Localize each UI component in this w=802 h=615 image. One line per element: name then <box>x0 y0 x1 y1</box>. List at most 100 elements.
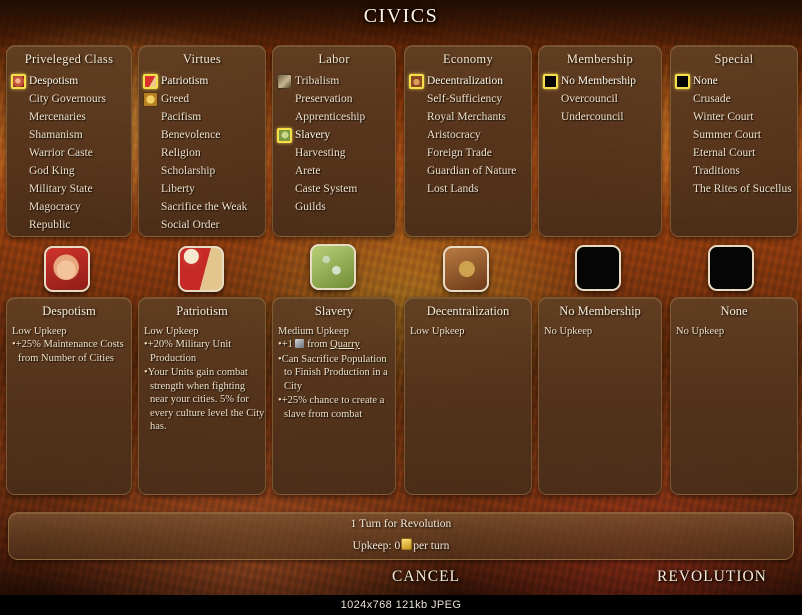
civic-option-tribalism[interactable]: Tribalism <box>273 72 395 90</box>
civic-option-patriotism[interactable]: Patriotism <box>139 72 265 90</box>
detail-upkeep: Medium Upkeep <box>278 326 349 337</box>
civic-option-apprenticeship[interactable]: Apprenticeship <box>273 108 395 126</box>
civic-option-label: Liberty <box>161 183 195 195</box>
civic-option-spacer <box>11 182 26 197</box>
civic-option-scholarship[interactable]: Scholarship <box>139 162 265 180</box>
civic-option-summer-court[interactable]: Summer Court <box>671 126 797 144</box>
civic-option-city-governours[interactable]: City Governours <box>7 90 131 108</box>
civic-option-spacer <box>11 110 26 125</box>
civic-option-spacer <box>409 128 424 143</box>
civic-option-spacer <box>143 146 158 161</box>
civic-option-spacer <box>675 128 690 143</box>
detail-upkeep: Low Upkeep <box>410 326 465 337</box>
selected-civic-icon-none[interactable] <box>708 245 754 291</box>
civic-option-label: God King <box>29 165 75 177</box>
category-title: Virtues <box>182 52 222 66</box>
civic-option-lost-lands[interactable]: Lost Lands <box>405 180 531 198</box>
civic-option-harvesting[interactable]: Harvesting <box>273 144 395 162</box>
civic-option-magocracy[interactable]: Magocracy <box>7 198 131 216</box>
civic-option-liberty[interactable]: Liberty <box>139 180 265 198</box>
civic-option-royal-merchants[interactable]: Royal Merchants <box>405 108 531 126</box>
selected-civic-icon-slavery[interactable] <box>310 244 356 290</box>
civic-option-undercouncil[interactable]: Undercouncil <box>539 108 661 126</box>
civic-option-spacer <box>675 110 690 125</box>
civic-option-aristocracy[interactable]: Aristocracy <box>405 126 531 144</box>
civic-option-list: Tribalism Preservation Apprenticeship Slave… <box>273 72 395 216</box>
revolution-button[interactable]: REVOLUTION <box>657 568 767 586</box>
civic-option-spacer <box>11 164 26 179</box>
civic-option-label: Preservation <box>295 93 353 105</box>
civic-option-none[interactable]: None <box>671 72 797 90</box>
civic-option-arete[interactable]: Arete <box>273 162 395 180</box>
civic-option-spacer <box>675 164 690 179</box>
civic-option-eternal-court[interactable]: Eternal Court <box>671 144 797 162</box>
civic-option-spacer <box>409 146 424 161</box>
civic-option-greed[interactable]: Greed <box>139 90 265 108</box>
civic-option-mercenaries[interactable]: Mercenaries <box>7 108 131 126</box>
civic-option-spacer <box>675 182 690 197</box>
civic-option-winter-court[interactable]: Winter Court <box>671 108 797 126</box>
quarry-link[interactable]: Quarry <box>330 339 360 350</box>
selected-civic-icon-patriotism[interactable] <box>178 246 224 292</box>
civic-option-crusade[interactable]: Crusade <box>671 90 797 108</box>
civic-option-republic[interactable]: Republic <box>7 216 131 234</box>
banner-icon <box>143 73 158 89</box>
civic-option-slavery[interactable]: Slavery <box>273 126 395 144</box>
civic-option-label: Greed <box>161 93 190 105</box>
civic-option-shamanism[interactable]: Shamanism <box>7 126 131 144</box>
detail-upkeep: Low Upkeep <box>12 326 67 337</box>
civic-option-pacifism[interactable]: Pacifism <box>139 108 265 126</box>
civic-option-label: Eternal Court <box>693 147 756 159</box>
civic-option-foreign-trade[interactable]: Foreign Trade <box>405 144 531 162</box>
civic-option-label: Magocracy <box>29 201 81 213</box>
category-panel-labor: Labor Tribalism Preservation Apprenticeshi… <box>272 45 396 237</box>
civic-option-preservation[interactable]: Preservation <box>273 90 395 108</box>
civic-option-social-order[interactable]: Social Order <box>139 216 265 234</box>
hammer-icon <box>295 339 305 348</box>
civic-option-overcouncil[interactable]: Overcouncil <box>539 90 661 108</box>
civic-option-label: Guilds <box>295 201 326 213</box>
civic-option-no-membership[interactable]: No Membership <box>539 72 661 90</box>
civic-option-label: Warrior Caste <box>29 147 93 159</box>
selected-civic-icon-decentralization[interactable] <box>443 246 489 292</box>
category-panel-privileged-class: Priveleged Class Despotism City Governour… <box>6 45 132 237</box>
civic-option-warrior-caste[interactable]: Warrior Caste <box>7 144 131 162</box>
cancel-button[interactable]: CANCEL <box>392 568 460 586</box>
civic-option-benevolence[interactable]: Benevolence <box>139 126 265 144</box>
civic-option-spacer <box>277 200 292 215</box>
turns-for-revolution: 1 Turn for Revolution <box>350 518 452 530</box>
civic-option-label: Self-Sufficiency <box>427 93 503 105</box>
civic-option-spacer <box>675 92 690 107</box>
civic-option-guardian-of-nature[interactable]: Guardian of Nature <box>405 162 531 180</box>
detail-title: Decentralization <box>426 304 510 318</box>
civic-option-caste-system[interactable]: Caste System <box>273 180 395 198</box>
civic-option-the-rites-of-sucellus[interactable]: The Rites of Sucellus <box>671 180 797 198</box>
civic-option-spacer <box>11 92 26 107</box>
detail-upkeep: No Upkeep <box>676 326 725 337</box>
civic-option-spacer <box>277 182 292 197</box>
category-title: Special <box>714 52 754 66</box>
detail-title: Despotism <box>42 304 96 318</box>
civic-option-religion[interactable]: Religion <box>139 144 265 162</box>
detail-effect: +20% Military Unit Production <box>144 338 265 365</box>
detail-title: Patriotism <box>176 304 228 318</box>
civic-option-military-state[interactable]: Military State <box>7 180 131 198</box>
civic-option-label: Aristocracy <box>427 129 481 141</box>
black-icon <box>543 73 558 89</box>
civic-option-guilds[interactable]: Guilds <box>273 198 395 216</box>
civic-option-traditions[interactable]: Traditions <box>671 162 797 180</box>
civic-option-despotism[interactable]: Despotism <box>7 72 131 90</box>
civic-option-label: Crusade <box>693 93 731 105</box>
civic-option-spacer <box>143 182 158 197</box>
civic-option-list: Despotism City Governours Mercenaries Shama… <box>7 72 131 234</box>
selected-civic-icon-no-membership[interactable] <box>575 245 621 291</box>
detail-effect: +25% chance to create a slave from comba… <box>278 394 395 421</box>
civic-option-self-sufficiency[interactable]: Self-Sufficiency <box>405 90 531 108</box>
civic-option-decentralization[interactable]: Decentralization <box>405 72 531 90</box>
upkeep-suffix: per turn <box>413 540 450 552</box>
civic-option-label: No Membership <box>561 75 637 87</box>
civic-option-sacrifice-the-weak[interactable]: Sacrifice the Weak <box>139 198 265 216</box>
civic-option-label: Winter Court <box>693 111 754 123</box>
selected-civic-icon-despotism[interactable] <box>44 246 90 292</box>
civic-option-god-king[interactable]: God King <box>7 162 131 180</box>
